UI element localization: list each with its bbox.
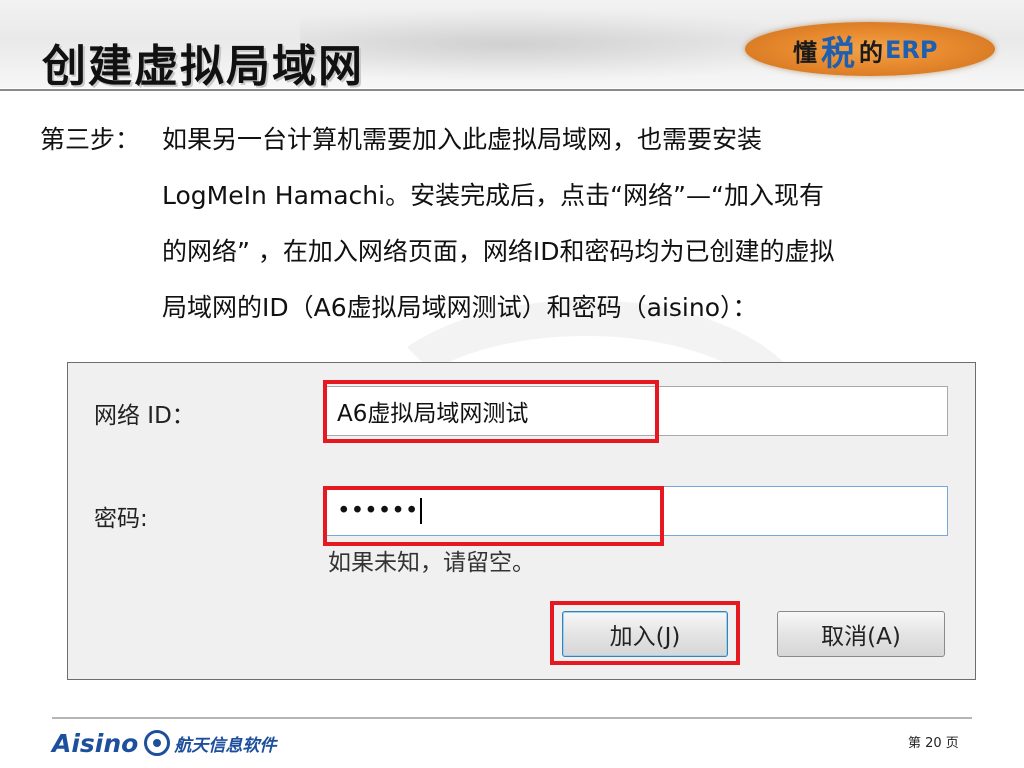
network-id-label: 网络 ID： — [94, 403, 195, 429]
step-text-line: LogMeIn Hamachi。安装完成后，点击“网络”—“加入现有 — [162, 181, 824, 210]
password-label: 密码: — [94, 506, 148, 532]
aisino-logo: Aisino 航天信息软件 — [52, 728, 276, 758]
aisino-emblem-icon — [144, 730, 171, 756]
network-id-highlight — [323, 380, 659, 443]
page-title: 创建虚拟局域网 — [42, 41, 364, 92]
aisino-wordmark: Aisino — [52, 728, 139, 758]
logo-prefix: 懂 — [793, 38, 817, 67]
step-label: 第三步： — [40, 125, 141, 154]
logo-text: 懂 税 的 ERP — [793, 30, 938, 74]
erp-logo: 懂 税 的 ERP — [745, 18, 1023, 80]
step-line-1: 第三步： 如果另一台计算机需要加入此虚拟局域网，也需要安装 — [40, 112, 1000, 168]
logo-middle: 税 — [821, 33, 855, 74]
step-line-4: 局域网的ID（A6虚拟局域网测试）和密码（aisino）： — [40, 280, 1000, 336]
header-brush-decoration — [300, 10, 820, 80]
logo-erp: ERP — [885, 36, 938, 64]
step-text-line: 局域网的ID（A6虚拟局域网测试）和密码（aisino）： — [162, 293, 758, 322]
step-text-line: 的网络” ，在加入网络页面，网络ID和密码均为已创建的虚拟 — [162, 237, 835, 266]
password-highlight — [323, 486, 664, 546]
join-network-dialog: 网络 ID： A6虚拟局域网测试 密码: •••••• 如果未知，请留空。 加入… — [67, 362, 976, 680]
aisino-chinese-name: 航天信息软件 — [174, 735, 277, 756]
footer-divider — [52, 717, 972, 719]
logo-suffix: 的 — [859, 38, 883, 67]
cancel-button[interactable]: 取消(A) — [777, 611, 945, 657]
step-description: 第三步： 如果另一台计算机需要加入此虚拟局域网，也需要安装 LogMeIn Ha… — [40, 112, 1000, 336]
password-hint: 如果未知，请留空。 — [328, 550, 535, 576]
join-button-highlight — [550, 601, 740, 665]
page-number: 第 20 页 — [908, 736, 959, 751]
step-line-2: LogMeIn Hamachi。安装完成后，点击“网络”—“加入现有 — [40, 168, 1000, 224]
header-divider — [0, 89, 1024, 91]
step-line-3: 的网络” ，在加入网络页面，网络ID和密码均为已创建的虚拟 — [40, 224, 1000, 280]
step-text-line: 如果另一台计算机需要加入此虚拟局域网，也需要安装 — [162, 125, 763, 154]
